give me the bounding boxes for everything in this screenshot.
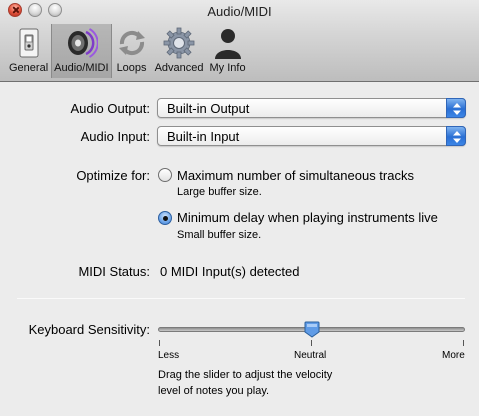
separator bbox=[17, 298, 465, 299]
sensitivity-slider-thumb[interactable] bbox=[304, 321, 320, 338]
audio-input-label: Audio Input: bbox=[80, 129, 150, 144]
unified-toolbar: Audio/MIDI General Audio/MIDI Loops Adva… bbox=[0, 0, 479, 82]
optimize-label: Optimize for: bbox=[76, 168, 150, 183]
radio-max-tracks[interactable] bbox=[158, 168, 172, 182]
loops-icon bbox=[118, 30, 145, 56]
slider-tick bbox=[311, 340, 312, 346]
tab-audio-midi[interactable]: Audio/MIDI bbox=[51, 24, 112, 78]
window-title: Audio/MIDI bbox=[207, 4, 272, 19]
keyboard-sensitivity-label: Keyboard Sensitivity: bbox=[28, 322, 150, 337]
slider-tick bbox=[159, 340, 160, 346]
audio-output-label: Audio Output: bbox=[70, 101, 151, 116]
audio-output-value: Built-in Output bbox=[167, 101, 250, 116]
option-max-tracks-title[interactable]: Maximum number of simultaneous tracks bbox=[177, 168, 414, 183]
preferences-window: Audio/MIDI General Audio/MIDI Loops Adva… bbox=[0, 0, 479, 416]
slider-help-line-2: level of notes you play. bbox=[158, 385, 270, 397]
audio-input-value: Built-in Input bbox=[167, 129, 240, 144]
preferences-toolbar: General Audio/MIDI Loops Advanced My Inf… bbox=[6, 24, 249, 80]
tab-advanced[interactable]: Advanced bbox=[152, 24, 207, 78]
tab-audio-midi-label: Audio/MIDI bbox=[54, 62, 109, 74]
switch-icon bbox=[19, 28, 39, 58]
radio-min-delay[interactable] bbox=[158, 211, 172, 225]
person-icon bbox=[214, 29, 241, 59]
gear-icon bbox=[163, 27, 195, 59]
midi-status-value: 0 MIDI Input(s) detected bbox=[160, 264, 300, 279]
slider-help-line-1: Drag the slider to adjust the velocity bbox=[158, 369, 333, 381]
option-max-tracks-subtitle: Large buffer size. bbox=[177, 186, 262, 198]
tab-general[interactable]: General bbox=[6, 24, 51, 78]
option-min-delay-subtitle: Small buffer size. bbox=[177, 229, 262, 241]
tab-loops[interactable]: Loops bbox=[112, 24, 152, 78]
tab-general-label: General bbox=[9, 62, 49, 74]
tab-my-info-label: My Info bbox=[209, 62, 246, 74]
audio-output-popup[interactable]: Built-in Output bbox=[157, 98, 466, 118]
audio-input-popup[interactable]: Built-in Input bbox=[157, 126, 466, 146]
tab-advanced-label: Advanced bbox=[154, 62, 204, 74]
slider-max-label: More bbox=[442, 350, 465, 361]
speaker-icon bbox=[68, 28, 99, 58]
option-min-delay-title[interactable]: Minimum delay when playing instruments l… bbox=[177, 210, 438, 225]
slider-tick bbox=[463, 340, 464, 346]
midi-status-label: MIDI Status: bbox=[78, 264, 150, 279]
slider-help-text: Drag the slider to adjust the velocity l… bbox=[158, 367, 388, 399]
slider-mid-label: Neutral bbox=[294, 350, 327, 361]
tab-my-info[interactable]: My Info bbox=[207, 24, 249, 78]
tab-loops-label: Loops bbox=[116, 62, 147, 74]
title-bar: Audio/MIDI bbox=[0, 0, 479, 22]
popup-arrows-icon bbox=[446, 98, 466, 118]
slider-min-label: Less bbox=[158, 350, 180, 361]
popup-arrows-icon bbox=[446, 126, 466, 146]
